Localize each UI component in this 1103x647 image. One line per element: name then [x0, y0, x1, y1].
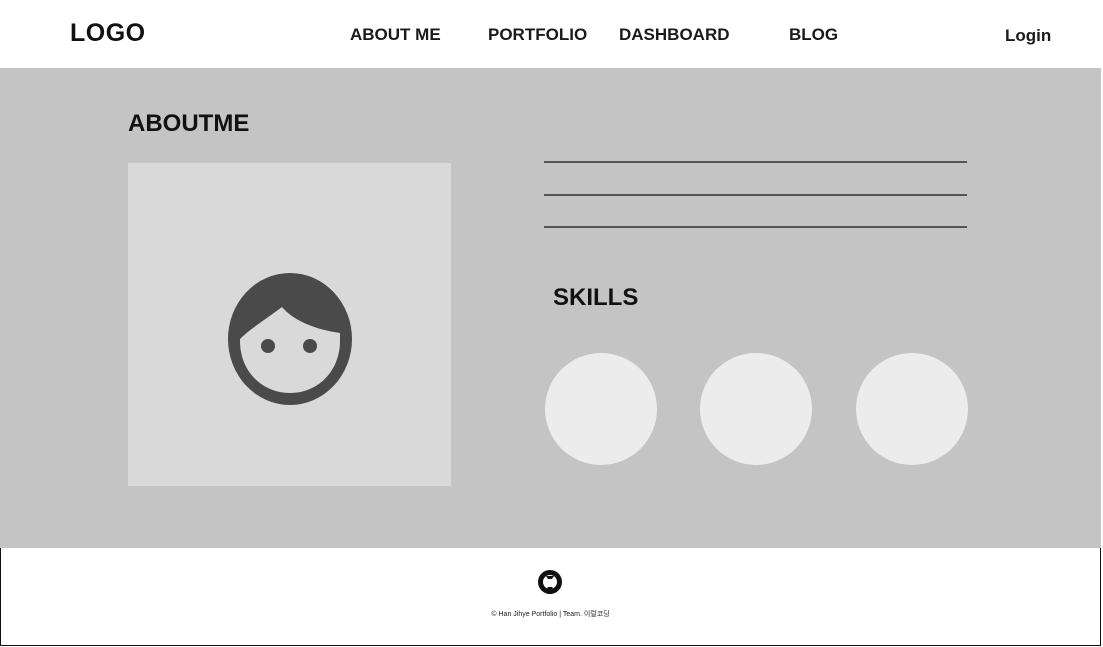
logo[interactable]: LOGO	[70, 19, 146, 48]
about-title: ABOUTME	[128, 110, 250, 137]
top-navbar: LOGO ABOUT ME PORTFOLIO DASHBOARD BLOG L…	[0, 0, 1103, 68]
about-text-line-3	[544, 226, 967, 228]
about-section: ABOUTME SKILLS	[0, 68, 1101, 548]
skills-title: SKILLS	[553, 284, 639, 311]
face-icon	[228, 273, 352, 405]
about-text-line-2	[544, 194, 967, 196]
about-text-line-1	[544, 161, 967, 163]
login-button[interactable]: Login	[1005, 26, 1051, 46]
nav-blog[interactable]: BLOG	[789, 25, 838, 45]
nav-portfolio[interactable]: PORTFOLIO	[488, 25, 587, 45]
github-icon[interactable]	[536, 568, 564, 596]
skill-circle-1[interactable]	[545, 353, 657, 465]
nav-about-me[interactable]: ABOUT ME	[350, 25, 441, 45]
copyright-text: © Han Jihye Portfolio | Team. 이럴코딩	[491, 611, 610, 618]
skill-circle-2[interactable]	[700, 353, 812, 465]
skill-circle-3[interactable]	[856, 353, 968, 465]
footer: © Han Jihye Portfolio | Team. 이럴코딩	[0, 548, 1101, 646]
profile-photo-placeholder	[128, 163, 451, 486]
nav-dashboard[interactable]: DASHBOARD	[619, 25, 730, 45]
